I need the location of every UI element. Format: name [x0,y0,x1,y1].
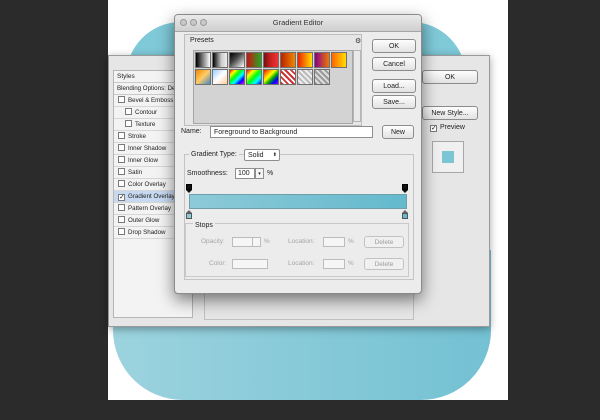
opacity-stepper[interactable] [252,237,261,247]
load-button[interactable]: Load... [372,79,416,93]
gradient-bar[interactable] [189,194,407,209]
opacity-stop-right[interactable] [402,184,408,193]
gradient-name-field[interactable]: Foreground to Background [210,126,373,138]
new-button[interactable]: New [382,125,414,139]
name-label: Name: [181,128,202,135]
opacity-stop-left[interactable] [186,184,192,193]
style-checkbox[interactable] [118,96,125,103]
color-stop-right[interactable] [402,210,408,219]
layer-style-ok-button[interactable]: OK [422,70,478,84]
presets-swatch-grid [193,50,353,124]
style-item-label: Satin [128,169,143,176]
style-checkbox[interactable] [118,180,125,187]
window-title: Gradient Editor [175,15,421,32]
gradient-type-value: Solid [248,152,264,159]
preset-swatch[interactable] [331,52,347,68]
style-checkbox[interactable]: ✓ [118,194,125,201]
style-checkbox[interactable] [118,156,125,163]
style-item-label: Bevel & Emboss [128,97,174,104]
presets-panel: Presets ⚙ [184,34,362,126]
style-checkbox[interactable] [125,108,132,115]
style-checkbox[interactable] [125,120,132,127]
gear-icon[interactable]: ⚙ [355,37,361,45]
gradient-type-label: Gradient Type: [189,151,239,158]
preset-swatch[interactable] [212,69,228,85]
preset-swatch[interactable] [229,52,245,68]
preset-swatch[interactable] [246,52,262,68]
color-location-label: Location: [288,260,315,267]
style-item-label: Outer Glow [128,217,160,224]
style-item-label: Inner Glow [128,157,158,164]
style-checkbox[interactable] [118,216,125,223]
style-item-label: Color Overlay [128,181,166,188]
style-checkbox[interactable] [118,204,125,211]
preview-label: Preview [440,124,465,131]
preview-thumbnail [432,141,464,173]
preset-swatch[interactable] [195,52,211,68]
presets-label: Presets [190,37,214,44]
opacity-location-label: Location: [288,238,315,245]
style-item-label: Inner Shadow [128,145,167,152]
presets-scrollbar[interactable] [353,50,361,122]
style-item-label: Pattern Overlay [128,205,171,212]
style-item-label: Gradient Overlay [128,193,175,200]
chevron-updown-icon: ⬍ [272,152,277,158]
delete-color-stop-button[interactable]: Delete [364,258,404,270]
color-stop-left[interactable] [186,210,192,219]
smoothness-label: Smoothness: [187,170,228,177]
opacity-location-percent: % [348,238,354,245]
style-item-label: Stroke [128,133,146,140]
color-swatch-field[interactable] [232,259,268,269]
gradient-editor-window: Gradient Editor Presets ⚙ OK Cancel Load… [174,14,422,294]
opacity-location-field[interactable] [323,237,345,247]
preset-swatch[interactable] [263,52,279,68]
color-location-field[interactable] [323,259,345,269]
preset-swatch[interactable] [280,69,296,85]
preset-swatch[interactable] [263,69,279,85]
opacity-field[interactable] [232,237,254,247]
preset-swatch[interactable] [229,69,245,85]
preset-swatch[interactable] [314,69,330,85]
close-window-icon[interactable] [180,19,187,26]
style-item-label: Contour [135,109,158,116]
zoom-window-icon[interactable] [200,19,207,26]
save-button[interactable]: Save... [372,95,416,109]
preset-swatch[interactable] [246,69,262,85]
color-label: Color: [209,260,227,267]
preset-swatch[interactable] [297,52,313,68]
color-location-percent: % [348,260,354,267]
minimize-window-icon[interactable] [190,19,197,26]
gradient-type-select[interactable]: Solid ⬍ [244,149,280,161]
preset-swatch[interactable] [280,52,296,68]
opacity-label: Opacity: [201,238,225,245]
style-checkbox[interactable] [118,228,125,235]
opacity-percent: % [264,238,270,245]
preset-swatch[interactable] [297,69,313,85]
style-checkbox[interactable] [118,132,125,139]
preview-swatch [442,151,454,163]
new-style-button[interactable]: New Style... [422,106,478,120]
smoothness-percent: % [267,170,274,177]
ok-button[interactable]: OK [372,39,416,53]
preset-swatch[interactable] [212,52,228,68]
cancel-button[interactable]: Cancel [372,57,416,71]
preset-swatch[interactable] [314,52,330,68]
style-checkbox[interactable] [118,144,125,151]
smoothness-field[interactable]: 100 [235,168,255,179]
style-checkbox[interactable] [118,168,125,175]
check-icon: ✓ [430,125,437,132]
style-item-label: Drop Shadow [128,229,166,236]
delete-opacity-stop-button[interactable]: Delete [364,236,404,248]
smoothness-stepper[interactable]: ▾ [255,168,264,179]
preview-checkbox[interactable]: ✓ Preview [430,124,465,132]
style-item-label: Texture [135,121,156,128]
preset-swatch[interactable] [195,69,211,85]
stops-label: Stops [193,222,215,229]
